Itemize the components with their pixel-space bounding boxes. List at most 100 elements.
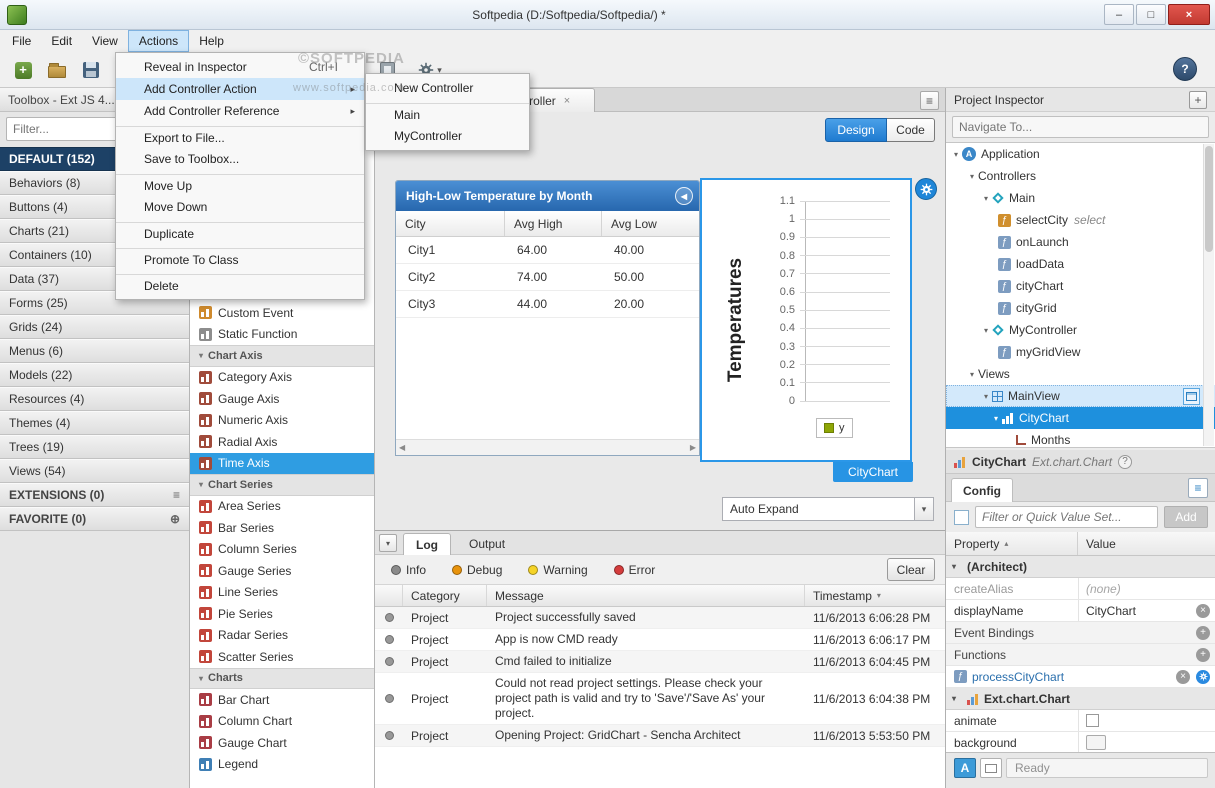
tree-node[interactable]: loadData [946, 253, 1215, 275]
menu-item[interactable]: Move Up [116, 174, 364, 196]
toolbox-item[interactable]: Custom Event [190, 302, 374, 324]
toolbox-item[interactable]: Static Function [190, 324, 374, 346]
tree-node[interactable]: ▾ Views [946, 363, 1215, 385]
tree-node[interactable]: onLaunch [946, 231, 1215, 253]
toolbox-item[interactable]: Column Series [190, 539, 374, 561]
toolbox-item[interactable]: Legend [190, 754, 374, 776]
prop-row-functions[interactable]: Functions + [946, 644, 1215, 666]
function-name[interactable]: processCityChart [972, 670, 1064, 684]
group-list-button[interactable]: ≡ [1188, 478, 1208, 498]
tab-log[interactable]: Log [403, 533, 451, 555]
tree-node[interactable]: ▾ Controllers [946, 165, 1215, 187]
tab-close-icon[interactable]: × [564, 95, 570, 107]
column-header-timestamp[interactable]: Timestamp ▾ [805, 585, 945, 606]
component-config-button[interactable] [915, 178, 937, 200]
toolbox-item[interactable]: Gauge Series [190, 560, 374, 582]
toolbox-item[interactable]: Chart Series [190, 474, 374, 496]
toolbox-category[interactable]: Trees (19) [0, 435, 189, 459]
expand-arrow-icon[interactable]: ▾ [980, 194, 992, 203]
tree-node[interactable]: ▾ CityChart [946, 407, 1215, 429]
log-row[interactable]: Project Opening Project: GridChart - Sen… [375, 725, 945, 747]
expand-arrow-icon[interactable]: ▾ [990, 414, 1002, 423]
menu-bar-item[interactable]: Edit [41, 30, 82, 52]
submenu-item[interactable]: Main [366, 103, 529, 125]
menu-item[interactable]: Reveal in Inspector Ctrl+I [116, 56, 364, 78]
tree-node[interactable]: ▾ MyController [946, 319, 1215, 341]
add-event-binding-icon[interactable]: + [1196, 625, 1210, 640]
prop-value[interactable]: (none) [1078, 578, 1215, 599]
add-function-icon[interactable]: + [1196, 647, 1210, 662]
expand-arrow-icon[interactable]: ▾ [980, 392, 992, 401]
tab-output[interactable]: Output [457, 533, 517, 555]
toolbox-item[interactable]: Pie Series [190, 603, 374, 625]
new-project-button[interactable]: + [8, 56, 38, 84]
help-button[interactable]: ? [1173, 57, 1197, 81]
toolbox-item[interactable]: Chart Axis [190, 345, 374, 367]
property-column-header[interactable]: Property ▴ [946, 532, 1078, 555]
save-project-button[interactable] [76, 56, 106, 84]
prop-value[interactable]: CityChart [1078, 600, 1190, 621]
expand-arrow-icon[interactable]: ▾ [966, 172, 978, 181]
config-filter-input[interactable] [975, 506, 1158, 528]
toolbox-category[interactable]: Menus (6) [0, 339, 189, 363]
menu-item[interactable]: Save to Toolbox... [116, 148, 364, 170]
add-config-button[interactable]: Add [1164, 506, 1208, 528]
menu-item[interactable]: Move Down [116, 196, 364, 218]
prop-row-processcitychart[interactable]: processCityChart × [946, 666, 1215, 688]
tree-node[interactable]: selectCity select [946, 209, 1215, 231]
expand-arrow-icon[interactable]: ▾ [966, 370, 978, 379]
prop-row-displayname[interactable]: displayName CityChart × [946, 600, 1215, 622]
filter-checkbox[interactable] [954, 509, 969, 525]
tree-scrollbar[interactable] [1203, 144, 1214, 446]
tab-list-button[interactable]: ≡ [920, 91, 939, 110]
add-component-button[interactable]: + [1189, 90, 1207, 109]
tree-node[interactable]: myGridView [946, 341, 1215, 363]
grid-component[interactable]: High-Low Temperature by Month ◀ City Avg… [395, 180, 700, 456]
toolbox-item[interactable]: Gauge Chart [190, 732, 374, 754]
toolbox-category[interactable]: Views (54) [0, 459, 189, 483]
remove-function-icon[interactable]: × [1176, 669, 1190, 684]
toolbox-item[interactable]: Charts [190, 667, 374, 689]
code-mode-button[interactable]: Code [887, 118, 935, 142]
collapse-arrow-icon[interactable]: ▾ [952, 562, 962, 571]
panel-menu-button[interactable]: ▾ [379, 534, 397, 552]
background-editor-button[interactable] [1086, 735, 1106, 750]
menu-item[interactable]: Export to File... [116, 126, 364, 148]
log-row[interactable]: Project App is now CMD ready 11/6/2013 6… [375, 629, 945, 651]
submenu-item[interactable]: MyController [366, 125, 529, 147]
expand-arrow-icon[interactable]: ▾ [950, 150, 962, 159]
toolbox-category[interactable]: FAVORITE (0) ⊕ [0, 507, 189, 531]
column-header-avg-high[interactable]: Avg High [505, 211, 602, 236]
frame-button[interactable] [980, 758, 1002, 778]
design-mode-button[interactable]: Design [825, 118, 887, 142]
toolbox-item[interactable]: Radial Axis [190, 431, 374, 453]
toolbox-item[interactable]: Bar Chart [190, 689, 374, 711]
maximize-button[interactable]: □ [1136, 4, 1166, 25]
log-filter-toggle[interactable]: Info [391, 563, 426, 577]
submenu-item[interactable]: New Controller [366, 77, 529, 99]
component-help-icon[interactable]: ? [1118, 454, 1133, 469]
auto-expand-combo[interactable]: Auto Expand ▾ [722, 497, 934, 521]
toolbox-item[interactable]: Numeric Axis [190, 410, 374, 432]
tree-node[interactable]: ▾ Application [946, 143, 1215, 165]
menu-bar-item[interactable]: View [82, 30, 128, 52]
chart-component[interactable]: Temperatures 1.1 1 0.9 0.8 0.7 0.6 0.5 0… [700, 178, 912, 462]
tree-node[interactable]: cityChart [946, 275, 1215, 297]
menu-item[interactable]: Duplicate [116, 222, 364, 244]
log-row[interactable]: Project Cmd failed to initialize 11/6/20… [375, 651, 945, 673]
log-filter-toggle[interactable]: Debug [452, 563, 502, 577]
prop-row-animate[interactable]: animate [946, 710, 1215, 732]
toolbox-item[interactable]: Scatter Series [190, 646, 374, 668]
collapse-arrow-icon[interactable]: ▾ [952, 694, 962, 703]
log-row[interactable]: Project Could not read project settings.… [375, 673, 945, 725]
prop-row-background[interactable]: background [946, 732, 1215, 754]
tree-node[interactable]: Months [946, 429, 1215, 447]
toolbox-category[interactable]: Resources (4) [0, 387, 189, 411]
prop-row-createalias[interactable]: createAlias (none) [946, 578, 1215, 600]
column-header-city[interactable]: City [396, 211, 505, 236]
navigate-input[interactable] [952, 116, 1209, 138]
log-filter-toggle[interactable]: Warning [528, 563, 588, 577]
tab-config[interactable]: Config [951, 478, 1013, 502]
architect-button[interactable]: A [954, 758, 976, 778]
expand-arrow-icon[interactable]: ▾ [980, 326, 992, 335]
